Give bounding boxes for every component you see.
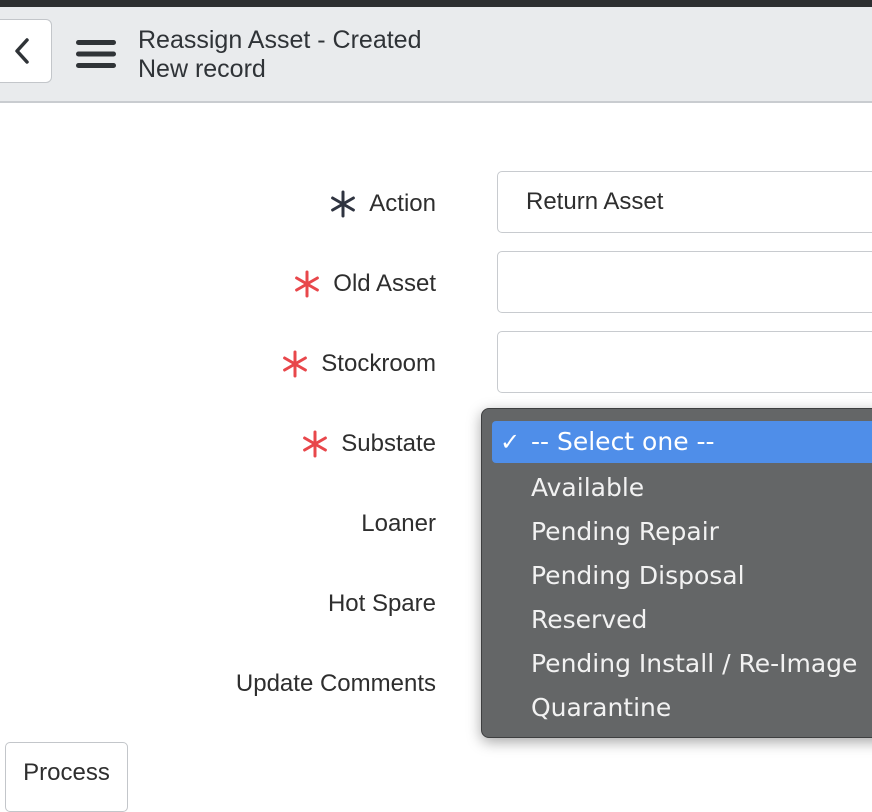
old-asset-field[interactable] — [497, 251, 872, 313]
action-label-row: Action — [329, 184, 436, 224]
hamburger-menu-icon — [76, 40, 116, 68]
old-asset-label-row: Old Asset — [293, 264, 436, 304]
dropdown-option-available[interactable]: Available — [482, 466, 872, 510]
back-button[interactable] — [0, 19, 52, 83]
menu-button[interactable] — [70, 31, 122, 77]
old-asset-label: Old Asset — [333, 270, 436, 297]
required-asterisk-icon — [281, 350, 309, 378]
page-title: Reassign Asset - Created — [138, 26, 422, 54]
dropdown-option-pending-repair[interactable]: Pending Repair — [482, 510, 872, 554]
form-header: Reassign Asset - Created New record — [0, 7, 872, 103]
loaner-label-row: Loaner — [361, 504, 436, 544]
required-asterisk-icon — [301, 430, 329, 458]
loaner-label: Loaner — [361, 510, 436, 537]
update-comments-label-row: Update Comments — [236, 664, 436, 704]
dropdown-option-reserved[interactable]: Reserved — [482, 598, 872, 642]
dropdown-option-pending-install[interactable]: Pending Install / Re-Image — [482, 642, 872, 686]
action-label: Action — [369, 190, 436, 217]
chevron-left-icon — [15, 38, 29, 64]
update-comments-label: Update Comments — [235, 670, 436, 697]
substate-dropdown-menu[interactable]: ✓ -- Select one -- Available Pending Rep… — [481, 408, 872, 738]
substate-label: Substate — [341, 430, 436, 457]
stockroom-label: Stockroom — [321, 350, 436, 377]
dropdown-option-quarantine[interactable]: Quarantine — [482, 686, 872, 730]
required-asterisk-icon — [293, 270, 321, 298]
stockroom-label-row: Stockroom — [281, 344, 436, 384]
hot-spare-label: Hot Spare — [327, 590, 436, 617]
stockroom-field[interactable] — [497, 331, 872, 393]
checkmark-icon: ✓ — [500, 428, 521, 456]
substate-label-row: Substate — [301, 424, 436, 464]
required-asterisk-icon — [329, 190, 357, 218]
hot-spare-label-row: Hot Spare — [328, 584, 436, 624]
action-select[interactable]: Return Asset — [497, 171, 872, 233]
dropdown-option-pending-disposal[interactable]: Pending Disposal — [482, 554, 872, 598]
dropdown-option-select-one[interactable]: ✓ -- Select one -- — [492, 421, 872, 463]
window-top-strip — [0, 0, 872, 7]
page-subtitle: New record — [138, 55, 266, 83]
